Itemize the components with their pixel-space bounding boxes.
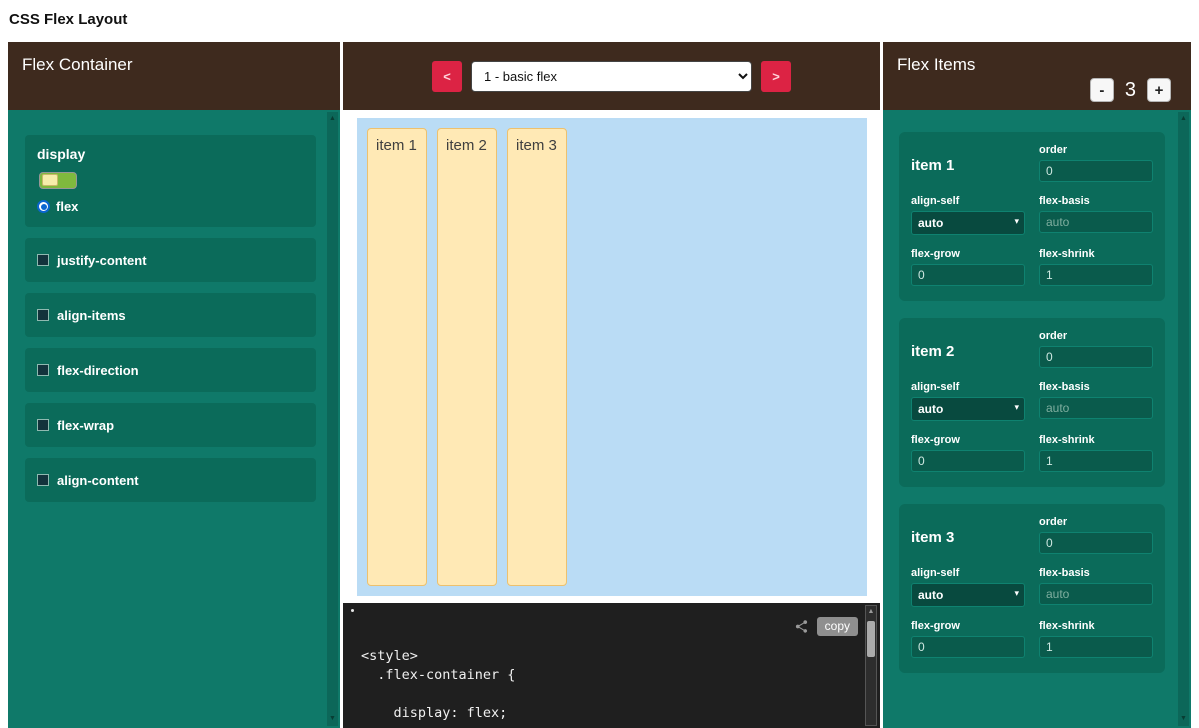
flex-demo-container: item 1 item 2 item 3 <box>357 118 867 596</box>
demo-item-3: item 3 <box>507 128 567 586</box>
flex-container-panel-title: Flex Container <box>8 42 340 75</box>
flex-basis-input[interactable] <box>1039 211 1153 233</box>
flex-basis-input[interactable] <box>1039 397 1153 419</box>
display-flex-radio-label: flex <box>56 199 78 214</box>
item-count: 3 <box>1125 79 1136 102</box>
order-input[interactable] <box>1039 346 1153 368</box>
option-flex-wrap[interactable]: flex-wrap <box>25 403 316 447</box>
justify-content-label: justify-content <box>57 253 147 268</box>
align-self-select[interactable]: auto <box>911 211 1025 235</box>
scroll-up-icon[interactable]: ▲ <box>866 606 876 618</box>
option-justify-content[interactable]: justify-content <box>25 238 316 282</box>
scroll-down-icon[interactable]: ▼ <box>329 712 336 726</box>
flex-grow-label: flex-grow <box>911 434 1025 446</box>
next-preset-button[interactable]: > <box>761 61 791 92</box>
flex-wrap-label: flex-wrap <box>57 418 114 433</box>
display-toggle[interactable] <box>39 172 77 189</box>
code-scrollbar-thumb[interactable] <box>867 621 875 657</box>
order-label: order <box>1039 144 1153 156</box>
page-title: CSS Flex Layout <box>0 0 1199 42</box>
display-toggle-knob <box>42 174 58 186</box>
code-line: .flex-container { <box>361 666 880 685</box>
flex-container-panel-body: display flex justify-content align-item <box>8 110 340 728</box>
option-flex-direction[interactable]: flex-direction <box>25 348 316 392</box>
align-content-label: align-content <box>57 473 139 488</box>
code-scrollbar[interactable]: ▲ <box>865 605 877 726</box>
flex-items-panel: Flex Items - 3 + item 1 order align-self <box>883 42 1191 728</box>
flex-shrink-label: flex-shrink <box>1039 248 1153 260</box>
align-content-checkbox[interactable] <box>37 474 49 486</box>
flex-direction-checkbox[interactable] <box>37 364 49 376</box>
flex-shrink-label: flex-shrink <box>1039 620 1153 632</box>
scroll-up-icon[interactable]: ▲ <box>329 112 336 126</box>
flex-grow-input[interactable] <box>911 636 1025 658</box>
flex-wrap-checkbox[interactable] <box>37 419 49 431</box>
align-items-label: align-items <box>57 308 126 323</box>
align-self-label: align-self <box>911 567 1025 579</box>
order-label: order <box>1039 516 1153 528</box>
justify-content-checkbox[interactable] <box>37 254 49 266</box>
flex-items-panel-header: Flex Items - 3 + <box>883 42 1191 110</box>
item-card-1: item 1 order align-self auto ▾ <box>899 132 1165 301</box>
code-line <box>361 685 880 704</box>
item-card-title: item 2 <box>911 339 1025 360</box>
flex-grow-label: flex-grow <box>911 620 1025 632</box>
align-items-checkbox[interactable] <box>37 309 49 321</box>
preview-panel: < 1 - basic flex > item 1 item 2 item 3 … <box>343 42 880 728</box>
code-line: <style> <box>361 647 880 666</box>
code-content: <style> .flex-container { display: flex; <box>361 647 880 723</box>
flex-grow-input[interactable] <box>911 264 1025 286</box>
flex-container-panel-header: Flex Container <box>8 42 340 110</box>
flex-shrink-input[interactable] <box>1039 264 1153 286</box>
flex-basis-label: flex-basis <box>1039 195 1153 207</box>
flex-basis-label: flex-basis <box>1039 567 1153 579</box>
item-card-2: item 2 order align-self auto ▾ <box>899 318 1165 487</box>
item-card-3: item 3 order align-self auto ▾ <box>899 504 1165 673</box>
option-align-content[interactable]: align-content <box>25 458 316 502</box>
prev-preset-button[interactable]: < <box>432 61 462 92</box>
flex-grow-input[interactable] <box>911 450 1025 472</box>
code-cursor-dot <box>351 609 354 612</box>
left-panel-scrollbar[interactable]: ▲ ▼ <box>327 112 338 726</box>
item-card-title: item 1 <box>911 153 1025 174</box>
option-align-items[interactable]: align-items <box>25 293 316 337</box>
flex-items-panel-title: Flex Items <box>883 42 1191 75</box>
flex-grow-label: flex-grow <box>911 248 1025 260</box>
right-panel-scrollbar[interactable]: ▲ ▼ <box>1178 112 1189 726</box>
main-layout: Flex Container display flex justify-cont… <box>8 42 1191 728</box>
copy-button[interactable]: copy <box>817 617 858 636</box>
item-card-title: item 3 <box>911 525 1025 546</box>
flex-shrink-input[interactable] <box>1039 450 1153 472</box>
align-self-label: align-self <box>911 195 1025 207</box>
add-item-button[interactable]: + <box>1147 78 1171 102</box>
align-self-label: align-self <box>911 381 1025 393</box>
order-input[interactable] <box>1039 532 1153 554</box>
demo-item-1: item 1 <box>367 128 427 586</box>
flex-items-panel-body: item 1 order align-self auto ▾ <box>883 110 1191 728</box>
share-icon[interactable] <box>794 619 809 634</box>
order-label: order <box>1039 330 1153 342</box>
scroll-up-icon[interactable]: ▲ <box>1180 112 1187 126</box>
scroll-down-icon[interactable]: ▼ <box>1180 712 1187 726</box>
align-self-select[interactable]: auto <box>911 583 1025 607</box>
remove-item-button[interactable]: - <box>1090 78 1114 102</box>
display-card: display flex <box>25 135 316 227</box>
code-line: display: flex; <box>361 704 880 723</box>
align-self-select[interactable]: auto <box>911 397 1025 421</box>
flex-shrink-input[interactable] <box>1039 636 1153 658</box>
demo-item-2: item 2 <box>437 128 497 586</box>
flex-basis-input[interactable] <box>1039 583 1153 605</box>
flex-shrink-label: flex-shrink <box>1039 434 1153 446</box>
preset-select[interactable]: 1 - basic flex <box>471 61 752 92</box>
preset-toolbar: < 1 - basic flex > <box>343 42 880 110</box>
flex-direction-label: flex-direction <box>57 363 139 378</box>
code-panel: copy <style> .flex-container { display: … <box>343 603 880 728</box>
flex-container-panel: Flex Container display flex justify-cont… <box>8 42 340 728</box>
flex-basis-label: flex-basis <box>1039 381 1153 393</box>
display-label: display <box>37 146 85 162</box>
order-input[interactable] <box>1039 160 1153 182</box>
display-flex-radio[interactable] <box>37 200 50 213</box>
